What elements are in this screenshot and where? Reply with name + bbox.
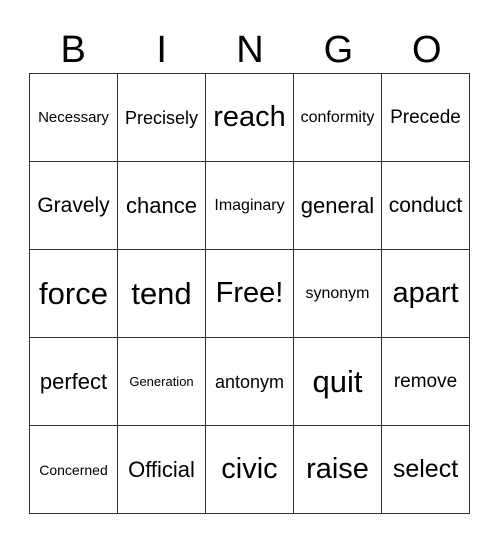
bingo-cell: Precisely (118, 74, 206, 162)
bingo-cell: Gravely (30, 162, 118, 250)
bingo-cell: synonym (294, 250, 382, 338)
bingo-cell: Necessary (30, 74, 118, 162)
header-letter-n: N (236, 29, 264, 71)
bingo-cell: civic (206, 426, 294, 514)
bingo-cell: general (294, 162, 382, 250)
bingo-cell: Precede (382, 74, 470, 162)
bingo-cell: perfect (30, 338, 118, 426)
bingo-grid: Necessary Precisely reach conformity Precede… (29, 73, 470, 514)
bingo-cell: quit (294, 338, 382, 426)
header-letter-o: O (412, 29, 442, 71)
bingo-cell: remove (382, 338, 470, 426)
bingo-cell: tend (118, 250, 206, 338)
header-letter-i: I (156, 29, 167, 71)
bingo-cell: chance (118, 162, 206, 250)
bingo-cell: Imaginary (206, 162, 294, 250)
bingo-cell: Free! (206, 250, 294, 338)
bingo-cell: Generation (118, 338, 206, 426)
header-letter-b: B (60, 29, 86, 71)
bingo-cell: conduct (382, 162, 470, 250)
bingo-header: B I N G O (29, 28, 471, 72)
bingo-cell: Concerned (30, 426, 118, 514)
bingo-cell: select (382, 426, 470, 514)
bingo-cell: reach (206, 74, 294, 162)
bingo-cell: raise (294, 426, 382, 514)
bingo-cell: force (30, 250, 118, 338)
bingo-cell: antonym (206, 338, 294, 426)
bingo-cell: apart (382, 250, 470, 338)
bingo-cell: Official (118, 426, 206, 514)
header-letter-g: G (323, 29, 354, 71)
bingo-cell: conformity (294, 74, 382, 162)
